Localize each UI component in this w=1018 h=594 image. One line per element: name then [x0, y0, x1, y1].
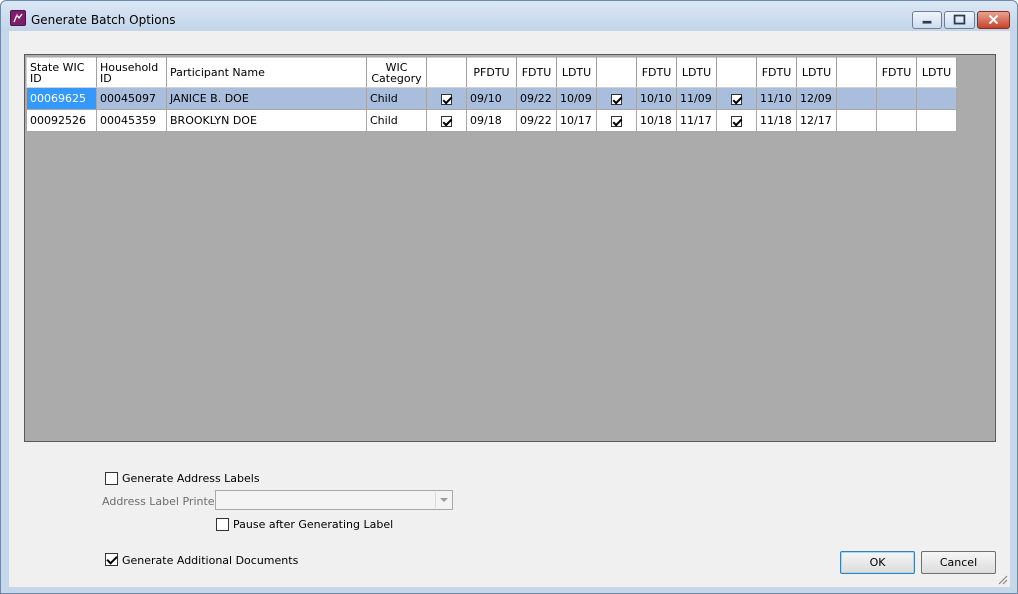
- column-header-household-id[interactable]: Household ID: [96, 57, 167, 88]
- column-header-state-wic-id[interactable]: State WIC ID: [26, 57, 97, 88]
- column-header-ldtu-4[interactable]: LDTU: [916, 57, 957, 88]
- cell-ldtu-4[interactable]: [916, 87, 957, 110]
- cell-state-wic-id[interactable]: 00092526: [26, 109, 97, 132]
- table-row[interactable]: 00069625 00045097 JANICE B. DOE Child 09…: [26, 87, 957, 110]
- generate-additional-documents-label[interactable]: Generate Additional Documents: [122, 554, 298, 567]
- grid-header-row: State WIC ID Household ID Participant Na…: [26, 57, 957, 88]
- table-row[interactable]: 00092526 00045359 BROOKLYN DOE Child 09/…: [26, 109, 957, 132]
- column-header-pfdtu[interactable]: PFDTU: [466, 57, 517, 88]
- cell-pfdtu[interactable]: 09/18: [466, 109, 517, 132]
- column-header-participant-name[interactable]: Participant Name: [166, 57, 367, 88]
- cell-state-wic-id[interactable]: 00069625: [26, 87, 97, 110]
- column-header-fdtu-4[interactable]: FDTU: [876, 57, 917, 88]
- address-label-printer-label: Address Label Printer: [102, 495, 220, 508]
- dialog-client-area: State WIC ID Household ID Participant Na…: [9, 31, 1010, 587]
- window-title: Generate Batch Options: [31, 13, 176, 27]
- column-header-select-set-4[interactable]: [836, 57, 877, 88]
- cell-ldtu-3[interactable]: 12/09: [796, 87, 837, 110]
- column-header-select-set-1[interactable]: [426, 57, 467, 88]
- cell-set-3-checkbox[interactable]: [716, 87, 757, 110]
- pause-after-label-checkbox[interactable]: [216, 518, 229, 531]
- cell-wic-category[interactable]: Child: [366, 109, 427, 132]
- cell-set-2-checkbox[interactable]: [596, 87, 637, 110]
- cell-wic-category[interactable]: Child: [366, 87, 427, 110]
- cell-ldtu-2[interactable]: 11/17: [676, 109, 717, 132]
- cell-household-id[interactable]: 00045359: [96, 109, 167, 132]
- cell-ldtu-1[interactable]: 10/17: [556, 109, 597, 132]
- cell-fdtu-2[interactable]: 10/10: [636, 87, 677, 110]
- cell-fdtu-2[interactable]: 10/18: [636, 109, 677, 132]
- cell-set-1-checkbox[interactable]: [426, 109, 467, 132]
- column-header-select-set-3[interactable]: [716, 57, 757, 88]
- resize-grip-icon[interactable]: [996, 573, 1008, 585]
- column-header-fdtu-2[interactable]: FDTU: [636, 57, 677, 88]
- cell-pfdtu[interactable]: 09/10: [466, 87, 517, 110]
- minimize-button[interactable]: [912, 11, 942, 29]
- cancel-button[interactable]: Cancel: [921, 551, 996, 574]
- close-icon: [988, 14, 999, 25]
- participants-grid[interactable]: State WIC ID Household ID Participant Na…: [24, 54, 996, 442]
- dialog-window: Generate Batch Options State WIC ID Hous…: [0, 0, 1018, 594]
- cell-set-4-empty[interactable]: [836, 87, 877, 110]
- app-icon: [10, 10, 26, 26]
- minimize-icon: [922, 20, 932, 24]
- set-1-checkbox[interactable]: [441, 115, 452, 127]
- cell-ldtu-3[interactable]: 12/17: [796, 109, 837, 132]
- column-header-fdtu-3[interactable]: FDTU: [756, 57, 797, 88]
- generate-additional-documents-checkbox[interactable]: [105, 553, 118, 566]
- ok-button[interactable]: OK: [840, 551, 915, 574]
- cell-household-id[interactable]: 00045097: [96, 87, 167, 110]
- set-2-checkbox[interactable]: [611, 93, 622, 105]
- cell-fdtu-4[interactable]: [876, 109, 917, 132]
- cell-participant-name[interactable]: BROOKLYN DOE: [166, 109, 367, 132]
- cell-ldtu-2[interactable]: 11/09: [676, 87, 717, 110]
- generate-address-labels-checkbox[interactable]: [105, 472, 118, 485]
- set-2-checkbox[interactable]: [611, 115, 622, 127]
- close-button[interactable]: [977, 11, 1010, 29]
- column-header-fdtu-1[interactable]: FDTU: [516, 57, 557, 88]
- address-label-printer-select[interactable]: [215, 490, 453, 510]
- generate-address-labels-label[interactable]: Generate Address Labels: [122, 472, 260, 485]
- column-header-ldtu-3[interactable]: LDTU: [796, 57, 837, 88]
- cell-set-1-checkbox[interactable]: [426, 87, 467, 110]
- restore-button[interactable]: [944, 11, 975, 29]
- restore-icon: [953, 14, 966, 25]
- cell-participant-name[interactable]: JANICE B. DOE: [166, 87, 367, 110]
- cell-set-3-checkbox[interactable]: [716, 109, 757, 132]
- cell-fdtu-3[interactable]: 11/10: [756, 87, 797, 110]
- cell-fdtu-4[interactable]: [876, 87, 917, 110]
- cell-fdtu-3[interactable]: 11/18: [756, 109, 797, 132]
- cell-fdtu-1[interactable]: 09/22: [516, 87, 557, 110]
- chevron-down-icon[interactable]: [435, 492, 451, 508]
- title-bar[interactable]: Generate Batch Options: [1, 1, 1017, 31]
- cell-set-4-empty[interactable]: [836, 109, 877, 132]
- cell-ldtu-1[interactable]: 10/09: [556, 87, 597, 110]
- set-1-checkbox[interactable]: [441, 93, 452, 105]
- pause-after-label-label[interactable]: Pause after Generating Label: [233, 518, 393, 531]
- set-3-checkbox[interactable]: [731, 93, 742, 105]
- cell-ldtu-4[interactable]: [916, 109, 957, 132]
- column-header-ldtu-1[interactable]: LDTU: [556, 57, 597, 88]
- set-3-checkbox[interactable]: [731, 115, 742, 127]
- column-header-select-set-2[interactable]: [596, 57, 637, 88]
- column-header-ldtu-2[interactable]: LDTU: [676, 57, 717, 88]
- column-header-wic-category[interactable]: WIC Category: [366, 57, 427, 88]
- participants-table: State WIC ID Household ID Participant Na…: [26, 57, 957, 132]
- cell-set-2-checkbox[interactable]: [596, 109, 637, 132]
- cell-fdtu-1[interactable]: 09/22: [516, 109, 557, 132]
